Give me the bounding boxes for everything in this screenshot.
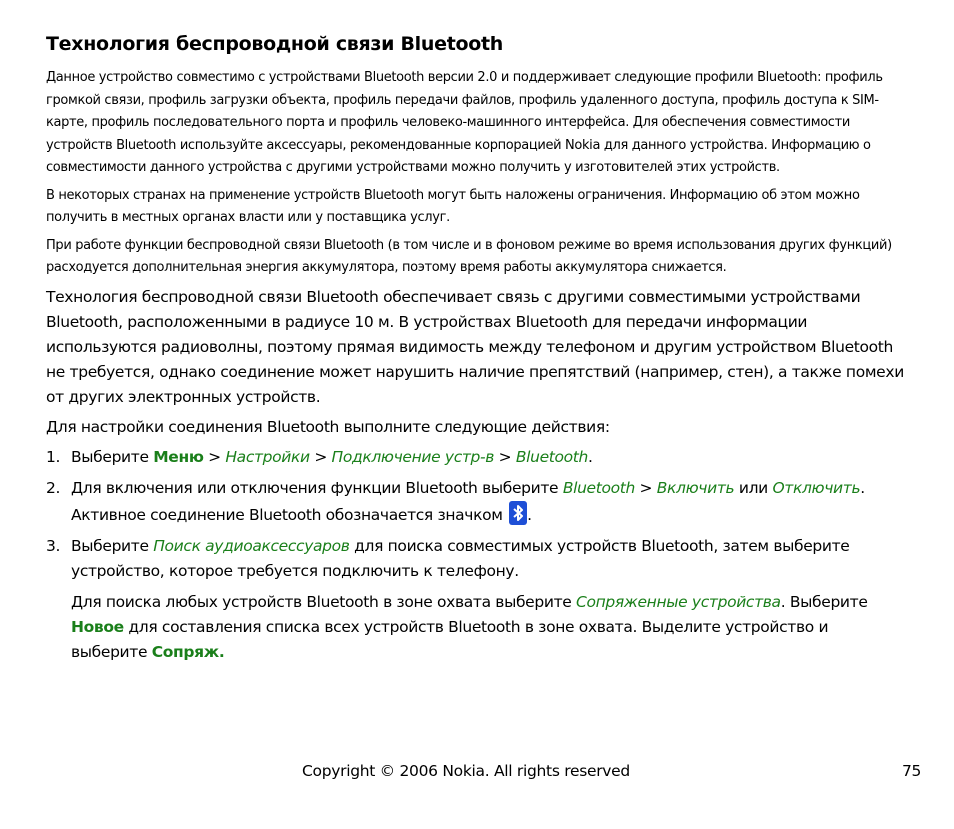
page-number: 75 (902, 762, 922, 780)
step-end: . (527, 505, 532, 524)
enable-link: Включить (656, 478, 735, 497)
paragraph-overview: Технология беспроводной связи Bluetooth … (46, 287, 904, 406)
menu-link: Меню (153, 447, 204, 466)
separator: > (494, 447, 516, 466)
step-text: Выберите (71, 536, 154, 555)
step-number: 3. (46, 536, 61, 555)
step-text: Выберите (71, 447, 154, 466)
page-title: Технология беспроводной связи Bluetooth (46, 33, 503, 55)
separator: > (634, 478, 657, 497)
bluetooth-icon (509, 500, 528, 525)
step-number: 2. (46, 478, 61, 497)
paragraph-setup-intro: Для настройки соединения Bluetooth выпол… (46, 417, 610, 436)
paired-devices-link: Сопряженные устройства (576, 592, 781, 611)
step-3: 3. Выберите Поиск аудиоаксессуаров для п… (46, 534, 908, 665)
step-end: . (587, 447, 593, 466)
bluetooth-link: Bluetooth (515, 447, 588, 466)
paragraph-restrictions: В некоторых странах на применение устрой… (46, 187, 860, 226)
paragraph-compatibility: Данное устройство совместимо с устройств… (46, 70, 883, 175)
bluetooth-link: Bluetooth (562, 478, 635, 497)
search-audio-link: Поиск аудиоаксессуаров (153, 536, 350, 555)
page-content: Технология беспроводной связи Bluetooth … (46, 30, 908, 671)
connection-link: Подключение устр-в (331, 447, 495, 466)
step-text: . Выберите (780, 592, 868, 611)
new-link: Новое (71, 617, 124, 636)
step-text: Для поиска любых устройств Bluetooth в з… (71, 592, 577, 611)
paragraph-battery: При работе функции беспроводной связи Bl… (46, 237, 892, 276)
step-2: 2. Для включения или отключения функции … (46, 476, 908, 528)
separator: > (309, 447, 332, 466)
step-number: 1. (46, 447, 61, 466)
settings-link: Настройки (225, 447, 310, 466)
pair-link: Сопряж. (151, 642, 225, 661)
step-1: 1. Выберите Меню > Настройки > Подключен… (46, 445, 908, 470)
step-text: или (734, 478, 773, 497)
steps-list: 1. Выберите Меню > Настройки > Подключен… (46, 445, 908, 665)
step-3-subparagraph: Для поиска любых устройств Bluetooth в з… (71, 590, 908, 665)
copyright: Copyright © 2006 Nokia. All rights reser… (302, 762, 630, 780)
disable-link: Отключить (772, 478, 861, 497)
step-text: Для включения или отключения функции Blu… (71, 478, 563, 497)
separator: > (203, 447, 226, 466)
